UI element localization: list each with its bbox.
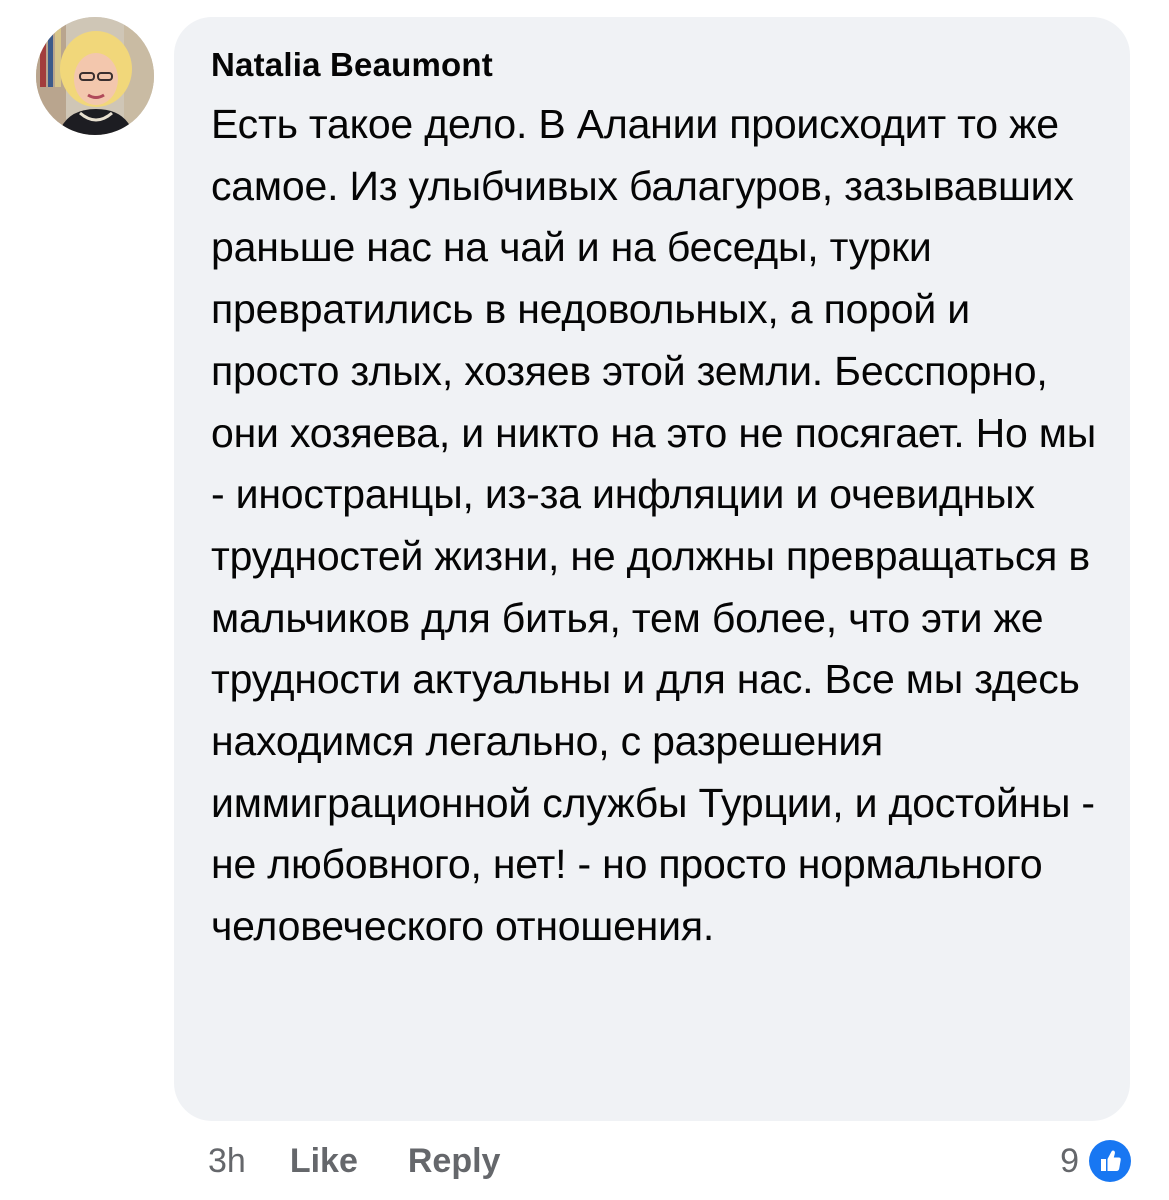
avatar-image bbox=[36, 17, 154, 135]
comment-author[interactable]: Natalia Beaumont bbox=[211, 45, 1100, 85]
like-thumbs-up-icon bbox=[1085, 1136, 1135, 1186]
comment-timestamp[interactable]: 3h bbox=[208, 1142, 246, 1181]
reaction-count: 9 bbox=[1060, 1141, 1079, 1180]
comment-bubble: Natalia Beaumont Есть такое дело. В Алан… bbox=[174, 17, 1130, 1121]
like-button[interactable]: Like bbox=[290, 1142, 358, 1181]
reaction-summary[interactable]: 9 bbox=[1060, 1134, 1135, 1188]
comment-actions: 3h Like Reply bbox=[208, 1138, 550, 1184]
comment-text: Есть такое дело. В Алании происходит то … bbox=[211, 101, 1108, 950]
reply-button[interactable]: Reply bbox=[408, 1142, 501, 1181]
avatar[interactable] bbox=[36, 17, 154, 135]
